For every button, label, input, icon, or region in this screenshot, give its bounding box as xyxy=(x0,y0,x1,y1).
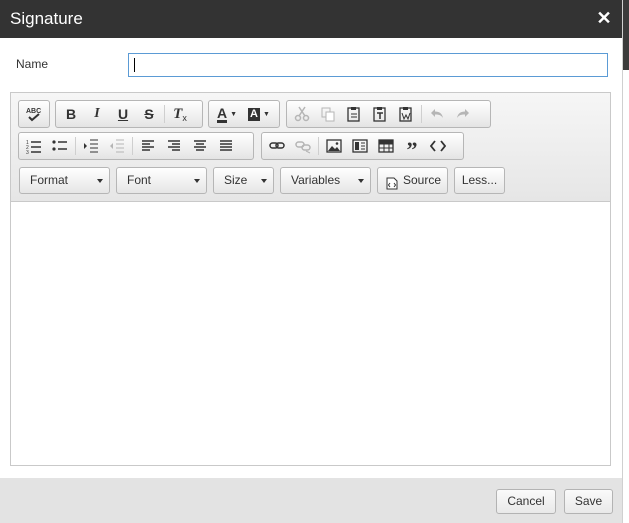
strikethrough-icon[interactable]: S xyxy=(136,103,162,125)
cancel-button[interactable]: Cancel xyxy=(496,489,556,514)
remove-format-icon[interactable]: Tx xyxy=(167,103,193,125)
svg-text:3: 3 xyxy=(26,150,29,154)
dialog-titlebar: Signature ✕ xyxy=(0,0,622,38)
chevron-down-icon xyxy=(358,179,364,183)
copy-icon[interactable] xyxy=(315,103,341,125)
text-caret xyxy=(134,58,135,72)
align-left-icon[interactable] xyxy=(135,135,161,157)
rich-text-editor: ABC B I U S Tx A ▼ A ▼ 1 2 3 ” Format Fo… xyxy=(10,92,611,466)
background-window-edge xyxy=(622,0,629,523)
toolbar-separator xyxy=(164,105,165,123)
cut-icon[interactable] xyxy=(289,103,315,125)
close-icon[interactable]: ✕ xyxy=(595,8,613,28)
size-combo-label: Size xyxy=(224,173,248,187)
variables-combo[interactable]: Variables xyxy=(280,167,371,194)
background-color-icon[interactable]: A ▼ xyxy=(243,103,275,125)
toolbar-group-basic-styles: B I U S Tx xyxy=(55,100,203,128)
table-icon[interactable] xyxy=(373,135,399,157)
name-input[interactable] xyxy=(128,53,608,77)
paste-icon[interactable] xyxy=(341,103,367,125)
paste-word-icon[interactable] xyxy=(393,103,419,125)
toolbar-group-colors: A ▼ A ▼ xyxy=(208,100,280,128)
chevron-down-icon xyxy=(97,179,103,183)
undo-icon[interactable] xyxy=(424,103,450,125)
blockquote-icon[interactable]: ” xyxy=(399,135,425,161)
less-button[interactable]: Less... xyxy=(454,167,505,194)
chevron-down-icon xyxy=(194,179,200,183)
toolbar-separator xyxy=(75,137,76,155)
variables-combo-label: Variables xyxy=(291,173,341,187)
source-button[interactable]: Source xyxy=(377,167,448,194)
code-icon[interactable] xyxy=(425,135,451,157)
font-combo[interactable]: Font xyxy=(116,167,207,194)
paste-text-icon[interactable] xyxy=(367,103,393,125)
unlink-icon[interactable] xyxy=(290,135,316,157)
underline-icon[interactable]: U xyxy=(110,103,136,125)
toolbar-group-paragraph: 123 xyxy=(18,132,254,160)
source-icon xyxy=(386,174,398,199)
toolbar-separator xyxy=(421,105,422,123)
toolbar-group-clipboard xyxy=(286,100,491,128)
bold-icon[interactable]: B xyxy=(58,103,84,125)
toolbar-separator xyxy=(132,137,133,155)
redo-icon[interactable] xyxy=(450,103,476,125)
link-icon[interactable] xyxy=(264,135,290,157)
dialog-title: Signature xyxy=(10,9,83,28)
editor-toolbar: ABC B I U S Tx A ▼ A ▼ 1 2 3 ” Format Fo… xyxy=(11,93,610,202)
toolbar-group-insert: ” xyxy=(261,132,464,161)
text-color-icon[interactable]: A ▼ xyxy=(211,103,243,125)
italic-icon[interactable]: I xyxy=(84,103,110,125)
background-window-titlebar xyxy=(623,0,629,70)
numbered-list-icon[interactable]: 123 xyxy=(21,135,47,157)
save-button[interactable]: Save xyxy=(564,489,613,514)
signature-dialog: Signature ✕ Name ABC B I U S T x A ▼ A ▼… xyxy=(0,0,622,523)
name-label: Name xyxy=(16,57,49,71)
editor-content-area[interactable] xyxy=(11,202,610,465)
align-right-icon[interactable] xyxy=(161,135,187,157)
align-center-icon[interactable] xyxy=(187,135,213,157)
increase-indent-icon[interactable] xyxy=(78,135,104,157)
font-combo-label: Font xyxy=(127,173,152,187)
decrease-indent-icon[interactable] xyxy=(104,135,130,157)
justify-icon[interactable] xyxy=(213,135,239,157)
toolbar-separator xyxy=(318,137,319,155)
chevron-down-icon xyxy=(261,179,267,183)
format-combo[interactable]: Format xyxy=(19,167,110,194)
size-combo[interactable]: Size xyxy=(213,167,274,194)
source-label: Source xyxy=(403,173,442,187)
less-label: Less... xyxy=(461,173,498,187)
toolbar-group-spellcheck: ABC xyxy=(18,100,50,128)
image-icon[interactable] xyxy=(321,135,347,157)
format-combo-label: Format xyxy=(30,173,69,187)
bulleted-list-icon[interactable] xyxy=(47,135,73,157)
flash-icon[interactable] xyxy=(347,135,373,157)
spellcheck-icon[interactable]: ABC xyxy=(21,103,47,125)
